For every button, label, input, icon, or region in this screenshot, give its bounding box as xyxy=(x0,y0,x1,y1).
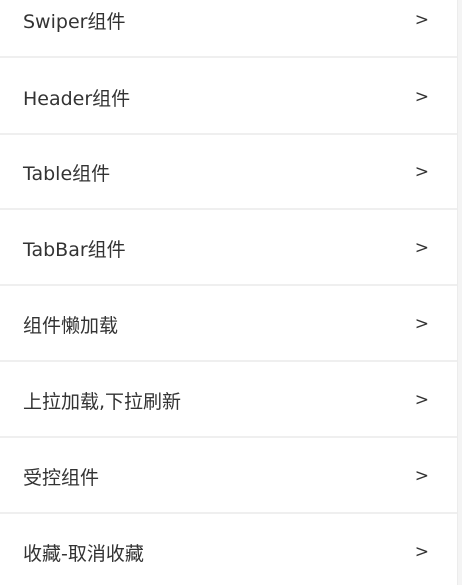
menu-item-label: 上拉加载,下拉刷新 xyxy=(23,390,182,413)
menu-item-header[interactable]: Header组件 > xyxy=(0,61,457,135)
menu-item-label: 组件懒加载 xyxy=(23,314,119,337)
chevron-right-icon: > xyxy=(414,162,429,182)
chevron-right-icon: > xyxy=(414,466,429,486)
chevron-right-icon: > xyxy=(414,238,429,258)
menu-list: Swiper组件 > Header组件 > Table组件 > TabBar组件… xyxy=(0,0,458,585)
menu-item-label: 受控组件 xyxy=(23,466,100,489)
chevron-right-icon: > xyxy=(414,390,429,410)
menu-item-label: 收藏-取消收藏 xyxy=(23,542,144,565)
menu-item-table[interactable]: Table组件 > xyxy=(0,136,457,210)
chevron-right-icon: > xyxy=(414,314,429,334)
menu-item-tabbar[interactable]: TabBar组件 > xyxy=(0,212,457,286)
menu-item-label: TabBar组件 xyxy=(23,238,126,261)
menu-item-swiper[interactable]: Swiper组件 > xyxy=(0,0,457,58)
menu-item-label: Table组件 xyxy=(23,162,111,185)
menu-item-label: Swiper组件 xyxy=(23,10,126,33)
chevron-right-icon: > xyxy=(414,87,429,107)
chevron-right-icon: > xyxy=(414,10,429,30)
menu-item-favorite[interactable]: 收藏-取消收藏 > xyxy=(0,516,457,585)
chevron-right-icon: > xyxy=(414,542,429,562)
menu-item-label: Header组件 xyxy=(23,87,131,110)
menu-item-lazy-load[interactable]: 组件懒加载 > xyxy=(0,288,457,362)
menu-item-controlled[interactable]: 受控组件 > xyxy=(0,440,457,514)
menu-item-pull-refresh[interactable]: 上拉加载,下拉刷新 > xyxy=(0,364,457,438)
